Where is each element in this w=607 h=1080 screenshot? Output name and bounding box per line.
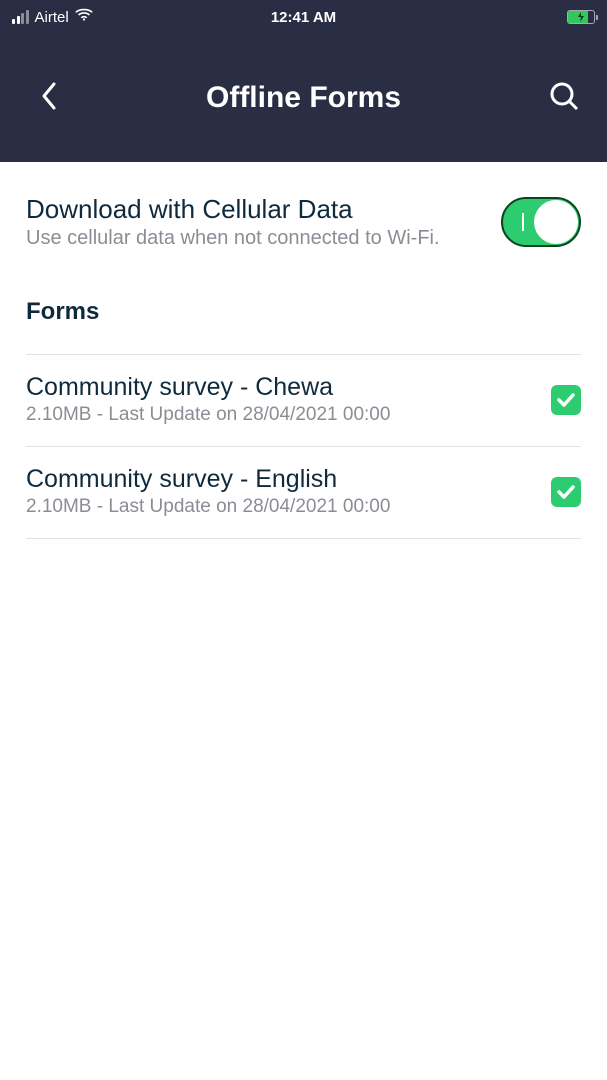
forms-list: Community survey - Chewa 2.10MB - Last U… [0, 354, 607, 539]
cellular-toggle[interactable] [501, 197, 581, 247]
forms-section-header: Forms [0, 298, 607, 326]
status-right [567, 10, 595, 24]
form-text: Community survey - Chewa 2.10MB - Last U… [26, 373, 551, 426]
form-meta: 2.10MB - Last Update on 28/04/2021 00:00 [26, 404, 551, 426]
checkmark-icon[interactable] [551, 477, 581, 507]
status-bar: Airtel 12:41 AM [0, 0, 607, 34]
form-text: Community survey - English 2.10MB - Last… [26, 465, 551, 518]
form-name: Community survey - English [26, 465, 551, 494]
status-left: Airtel [12, 8, 93, 26]
form-name: Community survey - Chewa [26, 373, 551, 402]
cellular-data-setting: Download with Cellular Data Use cellular… [0, 194, 607, 250]
cellular-subtitle: Use cellular data when not connected to … [26, 227, 501, 250]
battery-icon [567, 10, 595, 24]
wifi-icon [75, 8, 93, 26]
carrier-label: Airtel [35, 9, 69, 26]
signal-icon [12, 10, 29, 24]
content: Download with Cellular Data Use cellular… [0, 162, 607, 539]
setting-text: Download with Cellular Data Use cellular… [26, 194, 501, 250]
clock: 12:41 AM [271, 9, 336, 26]
cellular-title: Download with Cellular Data [26, 194, 501, 225]
back-icon[interactable] [40, 81, 58, 116]
form-item[interactable]: Community survey - Chewa 2.10MB - Last U… [26, 354, 581, 447]
search-icon[interactable] [549, 81, 579, 116]
page-title: Offline Forms [206, 81, 401, 115]
nav-bar: Offline Forms [0, 34, 607, 162]
checkmark-icon[interactable] [551, 385, 581, 415]
form-item[interactable]: Community survey - English 2.10MB - Last… [26, 447, 581, 539]
form-meta: 2.10MB - Last Update on 28/04/2021 00:00 [26, 496, 551, 518]
